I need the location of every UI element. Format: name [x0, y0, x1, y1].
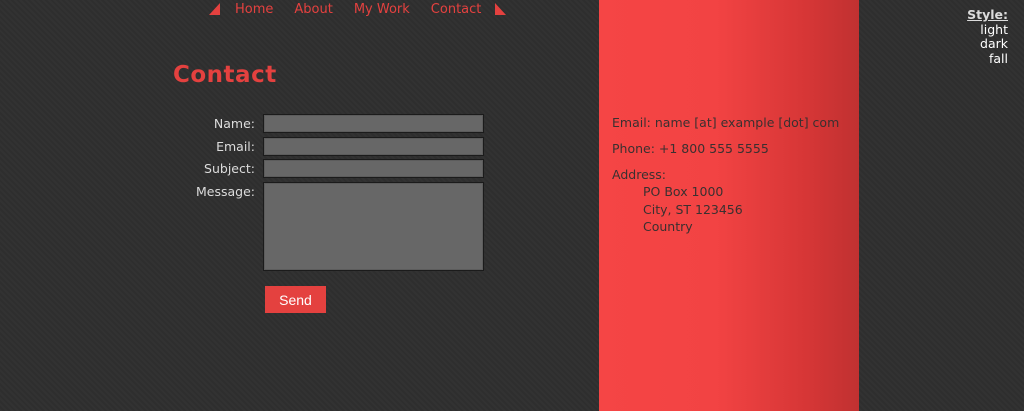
- name-label: Name:: [213, 116, 255, 131]
- top-nav: Home About My Work Contact: [209, 0, 507, 18]
- nav-link-contact[interactable]: Contact: [431, 2, 482, 17]
- address-line: PO Box 1000: [643, 184, 724, 199]
- page-title: Contact: [173, 62, 277, 88]
- contact-email: Email: name [at] example [dot] com: [612, 115, 840, 130]
- contact-phone: Phone: +1 800 555 5555: [612, 141, 769, 156]
- contact-info-panel: Email: name [at] example [dot] com Phone…: [599, 0, 859, 411]
- name-field[interactable]: [263, 114, 484, 133]
- nav-link-my-work[interactable]: My Work: [354, 2, 410, 17]
- message-field[interactable]: [263, 182, 484, 271]
- style-switcher: Style: light dark fall: [967, 7, 1008, 67]
- nav-link-home[interactable]: Home: [235, 2, 273, 17]
- send-button[interactable]: Send: [265, 286, 326, 313]
- email-label: Email:: [216, 139, 255, 154]
- style-switcher-title: Style:: [967, 7, 1008, 22]
- message-label: Message:: [196, 184, 255, 199]
- address-line: City, ST 123456: [643, 202, 743, 217]
- nav-corner-right-icon: [495, 3, 507, 15]
- address-label: Address:: [612, 167, 666, 182]
- nav-corner-left-icon: [209, 3, 220, 15]
- style-option-dark[interactable]: dark: [967, 36, 1008, 52]
- nav-link-about[interactable]: About: [294, 2, 332, 17]
- style-option-fall[interactable]: fall: [967, 51, 1008, 67]
- style-option-light[interactable]: light: [967, 22, 1008, 38]
- address-line: Country: [643, 219, 693, 234]
- email-field[interactable]: [263, 137, 484, 156]
- subject-field[interactable]: [263, 159, 484, 178]
- subject-label: Subject:: [204, 161, 255, 176]
